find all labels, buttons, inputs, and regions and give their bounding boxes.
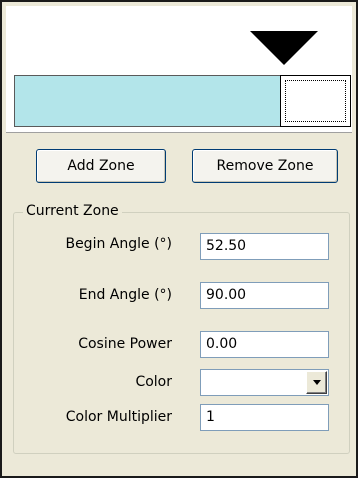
add-zone-button[interactable]: Add Zone (36, 149, 166, 183)
current-zone-group: Current Zone Begin Angle (°) 52.50 End A… (13, 203, 350, 454)
current-zone-title: Current Zone (23, 203, 122, 219)
begin-angle-input[interactable]: 52.50 (200, 233, 329, 260)
color-select[interactable] (200, 369, 329, 396)
color-multiplier-input[interactable]: 1 (200, 404, 329, 431)
chevron-down-icon (312, 380, 321, 385)
zone-preview (6, 6, 352, 133)
color-multiplier-label: Color Multiplier (65, 409, 172, 425)
selected-zone[interactable] (280, 75, 351, 127)
end-angle-label: End Angle (°) (78, 287, 172, 303)
position-marker-icon[interactable] (250, 31, 318, 65)
end-angle-input[interactable]: 90.00 (200, 282, 329, 309)
color-label: Color (135, 374, 172, 390)
remove-zone-button[interactable]: Remove Zone (192, 149, 338, 183)
dropdown-button[interactable] (306, 371, 327, 394)
zone-strip[interactable] (14, 75, 351, 127)
cosine-power-label: Cosine Power (78, 336, 172, 352)
begin-angle-label: Begin Angle (°) (65, 236, 172, 252)
cosine-power-input[interactable]: 0.00 (200, 331, 329, 358)
focus-rectangle (285, 80, 346, 122)
zone-editor-panel: Add Zone Remove Zone Current Zone Begin … (0, 0, 358, 478)
